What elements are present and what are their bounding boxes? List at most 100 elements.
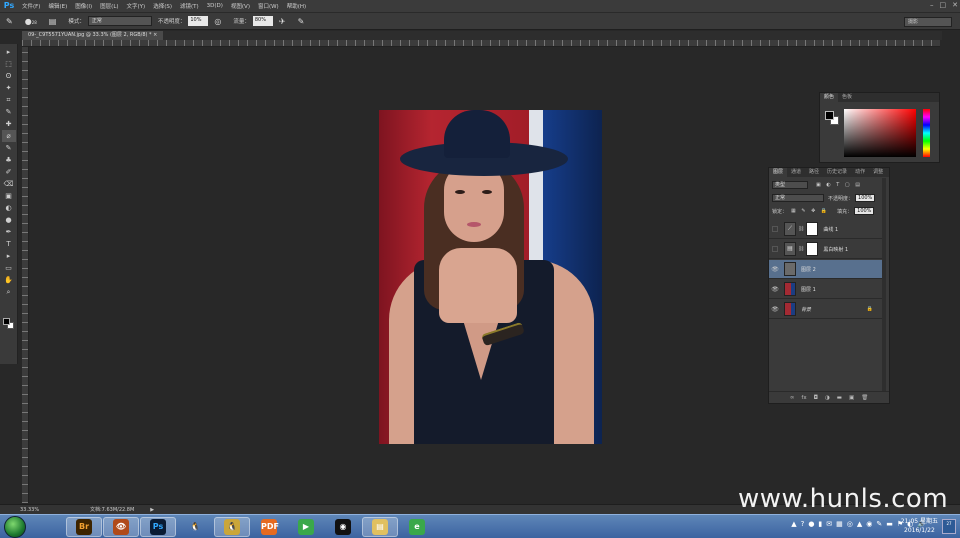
- layers-scrollbar[interactable]: [882, 178, 886, 391]
- document-tab[interactable]: 09-_C9T5571YUAN.jpg @ 33.3% (图层 2, RGB/8…: [22, 31, 164, 40]
- taskbar-qq-game-button[interactable]: 🐧: [214, 517, 250, 537]
- taskbar-bridge-button[interactable]: Br: [66, 517, 102, 537]
- tab-history[interactable]: 历史记录: [823, 168, 851, 177]
- pen-tool-icon[interactable]: ●: [2, 214, 16, 226]
- tab-swatches[interactable]: 色板: [838, 93, 856, 102]
- menu-window[interactable]: 窗口(W): [254, 2, 283, 10]
- link-layers-icon[interactable]: ∞: [790, 395, 795, 401]
- brush-preset-picker[interactable]: ●28: [25, 17, 37, 26]
- tray-icon-6[interactable]: ◎: [847, 520, 853, 528]
- tray-icon-4[interactable]: ✉: [826, 520, 832, 528]
- foreground-color-swatch[interactable]: [3, 318, 10, 325]
- show-desktop-button[interactable]: 27: [942, 519, 956, 534]
- path-select-tool-icon[interactable]: T: [2, 238, 16, 250]
- menu-edit[interactable]: 编辑(E): [44, 2, 71, 10]
- taskbar-video-player-button[interactable]: ▶: [288, 517, 324, 537]
- blur-tool-icon[interactable]: ▣: [2, 190, 16, 202]
- brush-tool-icon[interactable]: ⌀: [1, 130, 16, 142]
- flow-input[interactable]: 80%: [252, 16, 273, 26]
- layer-mask-thumbnail[interactable]: [806, 242, 819, 256]
- clock[interactable]: 21:05 星期五 2016/1/22: [901, 517, 938, 535]
- menu-help[interactable]: 帮助(H): [283, 2, 310, 10]
- eye-icon[interactable]: 👁: [769, 286, 781, 293]
- extra-tool-icon[interactable]: ⌕: [2, 286, 16, 298]
- brush-panel-toggle-icon[interactable]: ▤: [49, 17, 57, 26]
- layer-background[interactable]: 👁 背景 🔒: [769, 300, 883, 319]
- tray-icon-2[interactable]: ●: [808, 520, 814, 528]
- tray-icon-7[interactable]: ▲: [857, 520, 862, 528]
- pressure-opacity-icon[interactable]: ◎: [214, 17, 221, 26]
- shape-tool-icon[interactable]: ▸: [2, 250, 16, 262]
- marquee-tool-icon[interactable]: ⬚: [2, 58, 16, 70]
- document-image[interactable]: [379, 110, 602, 444]
- airbrush-icon[interactable]: ✈: [279, 17, 286, 26]
- eye-icon[interactable]: 👁: [769, 306, 781, 313]
- close-button[interactable]: ✕: [952, 1, 958, 9]
- taskbar-eye-app-button[interactable]: 👁: [103, 517, 139, 537]
- fill-input[interactable]: 100%: [854, 207, 875, 215]
- taskbar-qq-button[interactable]: 🐧: [177, 517, 213, 537]
- color-panel-foreground-swatch[interactable]: [825, 111, 834, 120]
- trash-icon[interactable]: 🗑: [861, 395, 868, 401]
- fx-icon[interactable]: fx: [801, 395, 806, 401]
- maximize-button[interactable]: □: [940, 1, 947, 9]
- eye-icon[interactable]: 👁: [769, 266, 781, 273]
- vertical-ruler[interactable]: [22, 47, 29, 503]
- tab-actions[interactable]: 动作: [851, 168, 869, 177]
- lock-icons[interactable]: ▦ ✎ ✥ 🔒: [791, 208, 829, 214]
- menu-filter[interactable]: 滤镜(T): [176, 2, 203, 10]
- hue-slider[interactable]: [923, 109, 930, 157]
- tray-icon-10[interactable]: ▬: [886, 520, 893, 528]
- tray-icon-5[interactable]: ▦: [836, 520, 843, 528]
- lasso-tool-icon[interactable]: ʘ: [2, 70, 16, 82]
- color-field[interactable]: [844, 109, 916, 157]
- healing-tool-icon[interactable]: ✚: [2, 118, 16, 130]
- tray-icon-3[interactable]: ▮: [818, 520, 822, 528]
- visibility-toggle-empty[interactable]: [772, 246, 778, 252]
- taskbar-file-explorer-button[interactable]: ▤: [362, 517, 398, 537]
- layer-2[interactable]: 👁 图层 2: [769, 260, 883, 279]
- zoom-level[interactable]: 33.33%: [20, 506, 60, 514]
- menu-image[interactable]: 图像(I): [71, 2, 96, 10]
- status-menu-arrow-icon[interactable]: ▶: [150, 507, 154, 513]
- menu-view[interactable]: 视图(V): [227, 2, 254, 10]
- menu-type[interactable]: 文字(Y): [123, 2, 150, 10]
- brush-tool-icon[interactable]: ✎: [6, 17, 13, 26]
- minimize-button[interactable]: –: [930, 1, 934, 9]
- layer-opacity-input[interactable]: 100%: [855, 194, 876, 202]
- taskbar-photoshop-button[interactable]: Ps: [140, 517, 176, 537]
- menu-select[interactable]: 选择(S): [149, 2, 176, 10]
- clone-stamp-tool-icon[interactable]: ✎: [2, 142, 16, 154]
- move-tool-icon[interactable]: ▸: [2, 46, 16, 58]
- visibility-toggle-empty[interactable]: [772, 226, 778, 232]
- quick-select-tool-icon[interactable]: ✦: [2, 82, 16, 94]
- adjustment-layer-icon[interactable]: ◑: [825, 395, 830, 401]
- tab-channels[interactable]: 通道: [787, 168, 805, 177]
- layer-gradient-map-1[interactable]: ▤ ⛓ 黑白映射 1: [769, 240, 883, 259]
- layer-mask-thumbnail[interactable]: [806, 222, 819, 236]
- opacity-input[interactable]: 10%: [188, 16, 209, 26]
- layer-filter-select[interactable]: 类型: [772, 181, 808, 189]
- eyedropper-tool-icon[interactable]: ✎: [2, 106, 16, 118]
- new-layer-icon[interactable]: ▣: [849, 395, 854, 401]
- add-mask-icon[interactable]: ◘: [814, 395, 818, 401]
- hand-tool-icon[interactable]: ▭: [2, 262, 16, 274]
- tray-icon-1[interactable]: ?: [801, 520, 805, 528]
- group-icon[interactable]: ▬: [837, 395, 842, 401]
- taskbar-media-player-button[interactable]: ◉: [325, 517, 361, 537]
- menu-3d[interactable]: 3D(D): [203, 3, 227, 9]
- layer-curves-1[interactable]: ⟋ ⛓ 曲线 1: [769, 220, 883, 239]
- tab-color[interactable]: 颜色: [820, 93, 839, 102]
- tab-paths[interactable]: 路径: [805, 168, 823, 177]
- layer-1[interactable]: 👁 图层 1: [769, 280, 883, 299]
- workspace-select[interactable]: 摄影: [904, 17, 952, 27]
- zoom-tool-icon[interactable]: ✋: [2, 274, 16, 286]
- history-brush-tool-icon[interactable]: ♣: [2, 154, 16, 166]
- start-button[interactable]: [4, 516, 26, 538]
- gradient-tool-icon[interactable]: ⌫: [2, 178, 16, 190]
- type-tool-icon[interactable]: ✒: [2, 226, 16, 238]
- layer-filter-icons[interactable]: ▣ ◐ T ▢ ▤: [816, 182, 862, 188]
- taskbar-pdf-reader-button[interactable]: PDF: [251, 517, 287, 537]
- blend-mode-select[interactable]: 正常: [772, 194, 824, 202]
- tab-layers[interactable]: 图层: [769, 168, 788, 177]
